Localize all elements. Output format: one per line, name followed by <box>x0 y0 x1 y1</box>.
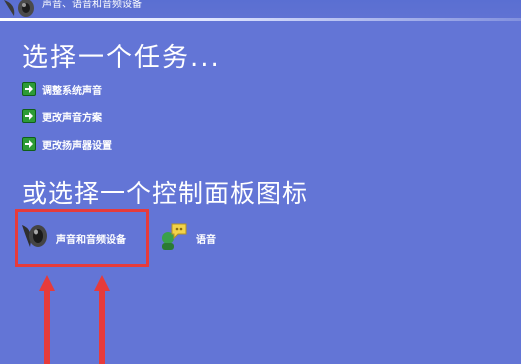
task-change-sound-scheme[interactable]: 更改声音方案 <box>22 108 102 124</box>
red-arrow-icon <box>39 275 55 364</box>
task-label: 更改声音方案 <box>42 112 102 124</box>
task-label: 更改扬声器设置 <box>42 140 112 152</box>
task-label: 调整系统声音 <box>42 85 102 97</box>
green-arrow-icon <box>22 137 36 151</box>
green-arrow-icon <box>22 109 36 123</box>
speech-icon-link[interactable]: 语音 <box>158 222 216 254</box>
tasks-heading: 选择一个任务... <box>22 43 221 73</box>
highlight-box <box>15 209 149 267</box>
task-change-speaker-settings[interactable]: 更改扬声器设置 <box>22 136 112 152</box>
header-divider <box>0 18 521 21</box>
task-adjust-system-sound[interactable]: 调整系统声音 <box>22 81 102 97</box>
control-panel-heading: 或选择一个控制面板图标 <box>22 179 309 208</box>
green-arrow-icon <box>22 82 36 96</box>
speaker-icon <box>2 0 38 18</box>
red-arrow-icon <box>94 275 110 364</box>
header-title: 声音、语音和音频设备 <box>42 0 142 10</box>
speech-label: 语音 <box>196 234 216 246</box>
speech-icon <box>158 222 188 254</box>
header-bar: 声音、语音和音频设备 <box>0 0 521 18</box>
control-panel-page: 声音、语音和音频设备 选择一个任务... 调整系统声音 更改声音方案 更改扬声器… <box>0 0 521 364</box>
